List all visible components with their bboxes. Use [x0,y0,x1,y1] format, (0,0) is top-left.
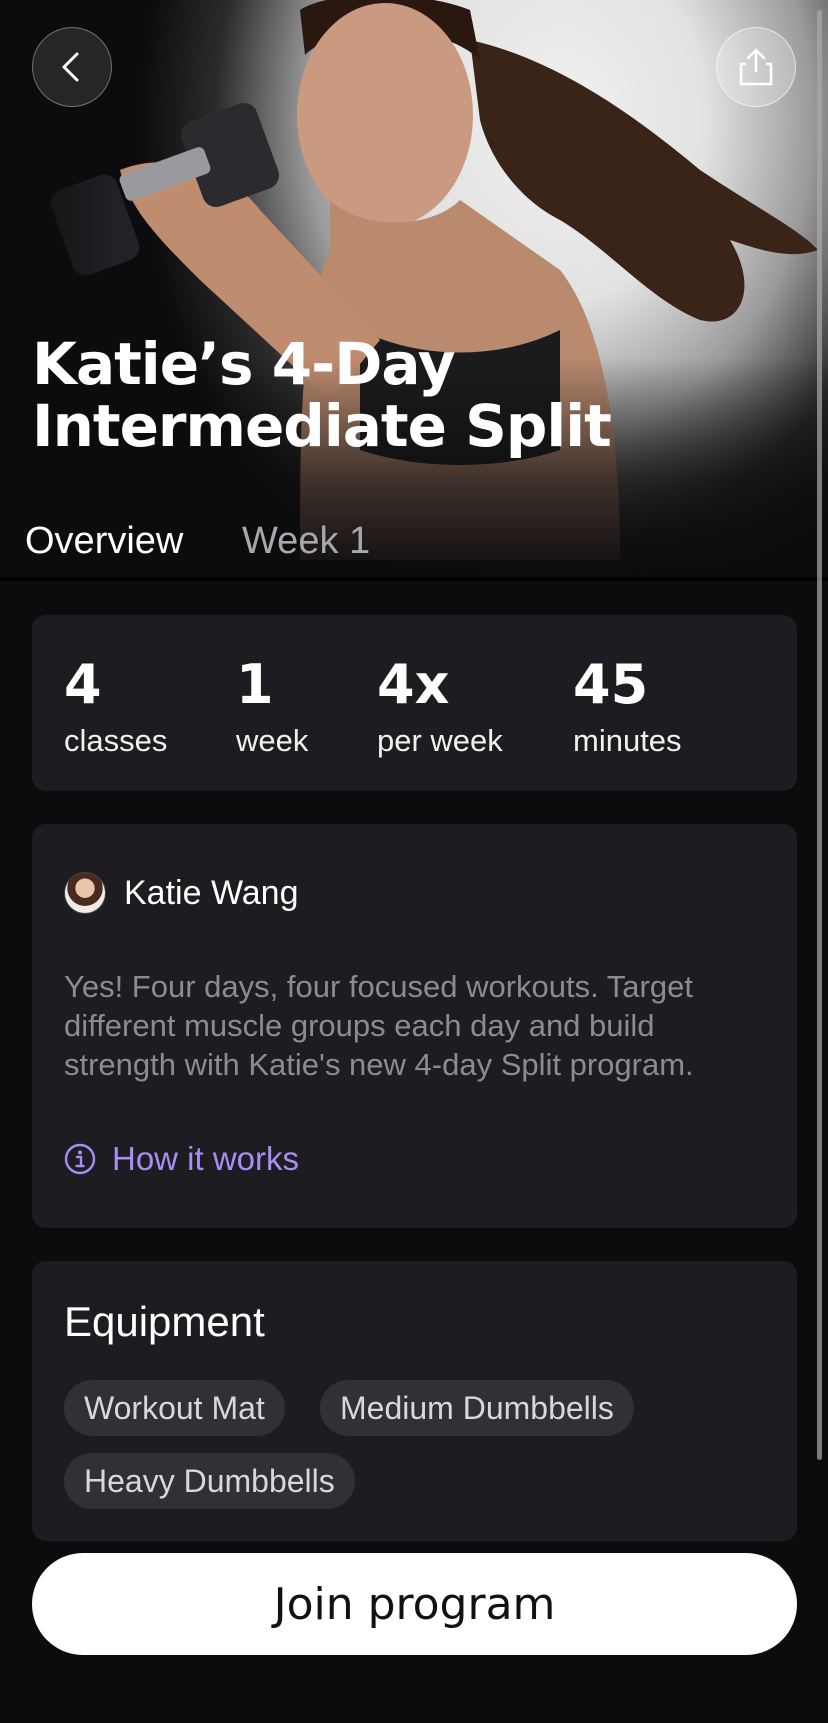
description-card: Katie Wang Yes! Four days, four focused … [32,824,797,1228]
stat-value: 4 [64,653,102,716]
stat-frequency: 4x per week [377,655,503,761]
share-button[interactable] [716,27,796,107]
tab-overview[interactable]: Overview [25,518,183,564]
stat-label: classes [64,723,168,758]
equipment-card: Equipment Workout Mat Medium Dumbbells H… [32,1261,797,1541]
stat-value: 4x [377,653,450,716]
scrollbar[interactable] [817,10,822,1460]
join-program-button[interactable]: Join program [32,1553,797,1655]
tab-divider [0,577,828,581]
stat-value: 45 [573,653,649,716]
how-it-works-link[interactable]: How it works [64,1140,299,1178]
share-icon [739,48,773,86]
equipment-chip: Workout Mat [64,1380,285,1436]
equipment-chip: Medium Dumbbells [320,1380,634,1436]
tab-week-1[interactable]: Week 1 [242,518,370,564]
stat-label: minutes [573,723,682,758]
program-detail-screen: Katie’s 4-Day Intermediate Split Overvie… [0,0,828,1723]
chevron-left-icon [62,52,79,82]
coach-name: Katie Wang [124,873,299,912]
stat-classes: 4 classes [64,655,167,761]
avatar [64,872,106,914]
program-stats-card: 4 classes 1 week 4x per week 45 minutes [32,615,797,791]
hero-image: Katie’s 4-Day Intermediate Split [0,0,828,578]
tab-bar: Overview Week 1 [0,508,828,582]
coach-row[interactable]: Katie Wang [64,872,299,914]
equipment-chip: Heavy Dumbbells [64,1453,355,1509]
back-button[interactable] [32,27,112,107]
how-it-works-label: How it works [112,1140,300,1177]
stat-label: week [236,723,309,758]
info-circle-icon [64,1143,96,1175]
stat-duration: 45 minutes [573,655,682,761]
stat-value: 1 [236,653,274,716]
program-title: Katie’s 4-Day Intermediate Split [32,330,612,460]
stat-label: per week [377,723,503,758]
stat-weeks: 1 week [236,655,308,761]
equipment-title: Equipment [64,1298,265,1345]
program-description: Yes! Four days, four focused workouts. T… [64,969,694,1082]
